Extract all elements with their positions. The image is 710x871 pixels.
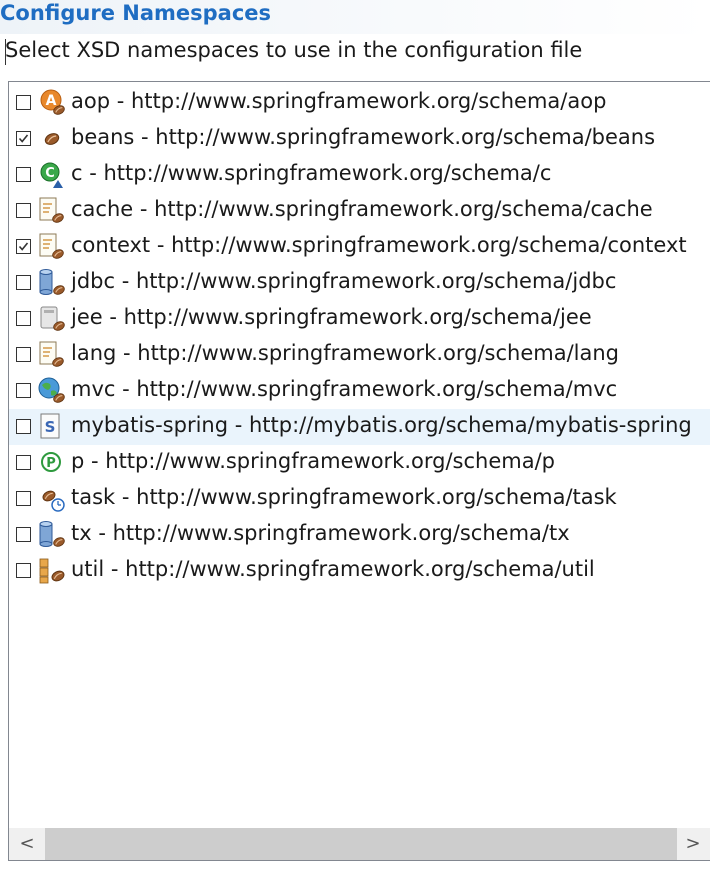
- namespace-label: p - http://www.springframework.org/schem…: [71, 449, 555, 473]
- namespace-row[interactable]: jdbc - http://www.springframework.org/sc…: [9, 265, 710, 301]
- checkbox[interactable]: [16, 455, 31, 470]
- tx-icon: [37, 520, 67, 550]
- checkbox[interactable]: [16, 203, 31, 218]
- namespace-row[interactable]: mvc - http://www.springframework.org/sch…: [9, 373, 710, 409]
- namespace-list[interactable]: util - http://www.springframework.org/sc…: [8, 81, 710, 861]
- namespace-row[interactable]: context - http://www.springframework.org…: [9, 229, 710, 265]
- checkbox[interactable]: [16, 167, 31, 182]
- cache-icon: [37, 196, 67, 226]
- page-title: Configure Namespaces: [0, 1, 272, 25]
- namespace-row[interactable]: lang - http://www.springframework.org/sc…: [9, 337, 710, 373]
- checkbox[interactable]: [16, 527, 31, 542]
- namespace-label: mvc - http://www.springframework.org/sch…: [71, 377, 618, 401]
- context-icon: [37, 232, 67, 262]
- svg-text:P: P: [46, 456, 56, 471]
- namespace-label: tx - http://www.springframework.org/sche…: [71, 521, 570, 545]
- p-namespace-icon: P: [37, 448, 67, 478]
- lang-icon: [37, 340, 67, 370]
- schema-s-icon: S: [37, 412, 67, 442]
- svg-text:A: A: [46, 93, 57, 109]
- svg-text:S: S: [45, 418, 56, 436]
- checkbox[interactable]: [16, 419, 31, 434]
- namespace-label: mybatis-spring - http://mybatis.org/sche…: [71, 413, 692, 437]
- page-description: Select XSD namespaces to use in the conf…: [5, 38, 583, 62]
- namespace-label: aop - http://www.springframework.org/sch…: [71, 89, 607, 113]
- namespace-label: jdbc - http://www.springframework.org/sc…: [71, 269, 617, 293]
- namespace-label: context - http://www.springframework.org…: [71, 233, 687, 257]
- svg-text:C: C: [45, 166, 55, 181]
- checkbox[interactable]: [16, 275, 31, 290]
- namespace-row[interactable]: cache - http://www.springframework.org/s…: [9, 193, 710, 229]
- namespace-row[interactable]: Aaop - http://www.springframework.org/sc…: [9, 85, 710, 121]
- checkbox[interactable]: [16, 311, 31, 326]
- namespace-label: lang - http://www.springframework.org/sc…: [71, 341, 619, 365]
- namespace-row[interactable]: Smybatis-spring - http://mybatis.org/sch…: [9, 409, 710, 445]
- c-namespace-icon: C: [37, 160, 67, 190]
- namespace-label: task - http://www.springframework.org/sc…: [71, 485, 617, 509]
- namespace-row[interactable]: Cc - http://www.springframework.org/sche…: [9, 157, 710, 193]
- namespace-label: beans - http://www.springframework.org/s…: [71, 125, 656, 149]
- namespace-label: util - http://www.springframework.org/sc…: [71, 557, 595, 581]
- jee-icon: [37, 304, 67, 334]
- checkbox[interactable]: [16, 95, 31, 110]
- header-bar: Configure Namespaces: [0, 0, 710, 34]
- scroll-left-arrow[interactable]: <: [15, 832, 39, 856]
- namespace-row[interactable]: jee - http://www.springframework.org/sch…: [9, 301, 710, 337]
- namespace-row[interactable]: util - http://www.springframework.org/sc…: [9, 553, 710, 589]
- namespace-row[interactable]: Pp - http://www.springframework.org/sche…: [9, 445, 710, 481]
- checkbox[interactable]: [16, 347, 31, 362]
- horizontal-scrollbar[interactable]: < >: [9, 828, 710, 860]
- namespace-label: c - http://www.springframework.org/schem…: [71, 161, 552, 185]
- bean-icon: [37, 124, 67, 154]
- scrollbar-thumb[interactable]: [45, 828, 677, 860]
- namespace-label: cache - http://www.springframework.org/s…: [71, 197, 653, 221]
- checkbox-checked[interactable]: [16, 239, 31, 254]
- util-icon: [37, 556, 67, 586]
- checkbox[interactable]: [16, 491, 31, 506]
- mvc-globe-icon: [37, 376, 67, 406]
- namespace-row[interactable]: tx - http://www.springframework.org/sche…: [9, 517, 710, 553]
- checkbox[interactable]: [16, 383, 31, 398]
- scroll-right-arrow[interactable]: >: [681, 832, 705, 856]
- aop-icon: A: [37, 88, 67, 118]
- namespace-label: jee - http://www.springframework.org/sch…: [71, 305, 592, 329]
- checkbox[interactable]: [16, 563, 31, 578]
- jdbc-icon: [37, 268, 67, 298]
- namespace-row[interactable]: task - http://www.springframework.org/sc…: [9, 481, 710, 517]
- namespace-row[interactable]: beans - http://www.springframework.org/s…: [9, 121, 710, 157]
- checkbox-checked[interactable]: [16, 131, 31, 146]
- task-icon: [37, 484, 67, 514]
